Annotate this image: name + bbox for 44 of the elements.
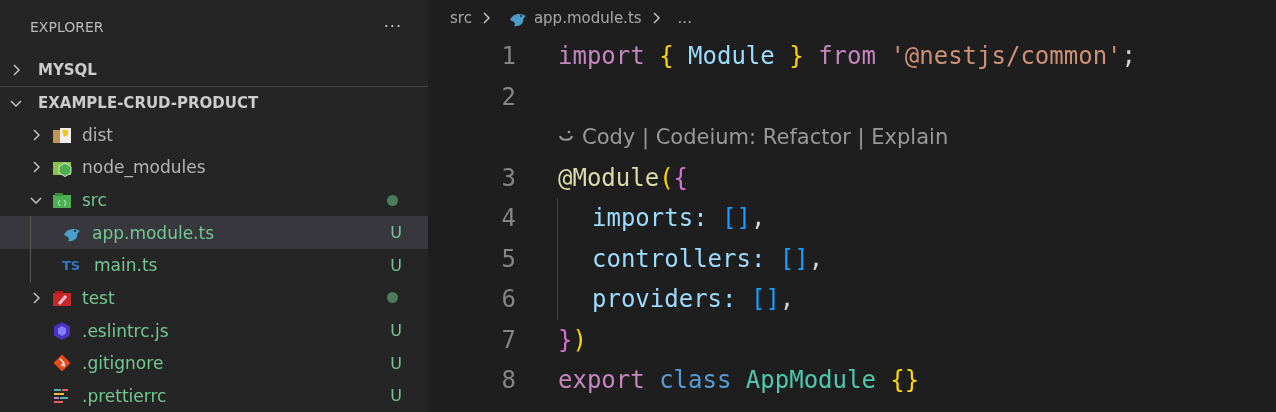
line-number: 8 — [500, 366, 516, 395]
git-status: U — [390, 353, 402, 373]
tree-item[interactable]: test — [0, 281, 428, 315]
code-line: export class AppModule {} — [558, 366, 920, 395]
tree-item[interactable]: node_modules — [0, 151, 428, 184]
typescript-icon: TS — [62, 257, 84, 273]
code-line: providers: [], — [591, 285, 795, 314]
modified-dot — [387, 194, 398, 206]
breadcrumb[interactable]: app.module.ts — [533, 9, 642, 27]
code-line: imports: [], — [591, 204, 766, 233]
tree-item[interactable]: .gitignore U — [0, 346, 428, 380]
git-status: U — [390, 321, 402, 340]
line-number: 6 — [500, 285, 516, 314]
breadcrumb[interactable]: ... — [677, 9, 692, 27]
code-line: controllers: [], — [591, 244, 824, 273]
tree-item[interactable]: dist — [0, 118, 428, 152]
line-number: 2 — [500, 82, 516, 111]
line-number: 1 — [500, 42, 516, 71]
line-number: 5 — [500, 244, 516, 273]
section-header[interactable]: EXAMPLE-CRUD-PRODUCT — [0, 85, 428, 119]
hexagon-icon — [52, 320, 72, 341]
tree-item[interactable]: .eslintrc.js U — [0, 314, 428, 347]
section-title: MYSQL — [38, 60, 97, 79]
tree-item[interactable]: .prettierrc U — [0, 379, 428, 412]
line-number: 7 — [500, 325, 516, 354]
git-status: U — [390, 386, 402, 406]
modified-dot — [387, 292, 398, 304]
tree-item[interactable]: src — [0, 183, 428, 217]
section-title: EXAMPLE-CRUD-PRODUCT — [38, 93, 259, 112]
code-line: import { Module } from '@nestjs/common'; — [558, 42, 1136, 71]
codelens[interactable]: Cody | Codeium: Refactor | Explain — [558, 125, 949, 150]
git-status: U — [390, 255, 402, 275]
panel-title: EXPLORER — [30, 18, 104, 35]
line-number: 3 — [500, 163, 516, 192]
breadcrumb[interactable]: src — [450, 9, 472, 27]
code-line: @Module({ — [558, 163, 689, 192]
tree-item[interactable]: app.module.ts U — [0, 216, 428, 249]
line-number: 4 — [500, 204, 516, 233]
more-button[interactable]: ··· — [383, 17, 402, 37]
git-status: U — [390, 223, 402, 243]
code-line: }) — [558, 325, 587, 354]
folder-icon — [52, 190, 72, 211]
section-header[interactable]: MYSQL — [0, 53, 428, 86]
tree-item[interactable]: TS main.ts U — [0, 249, 428, 282]
